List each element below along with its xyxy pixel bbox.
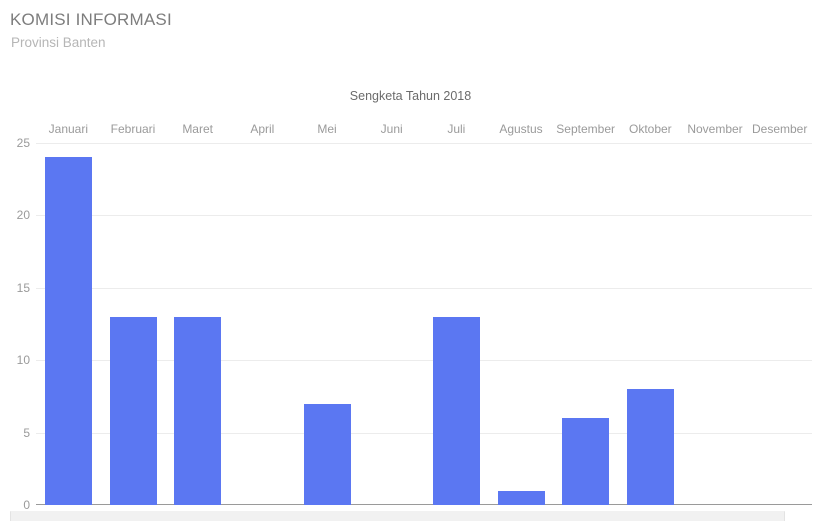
x-axis-tick-label: Juni	[380, 122, 403, 136]
page-title: KOMISI INFORMASI	[10, 10, 172, 29]
chart-container: Sengketa Tahun 2018 0 5 10 15 20 25 Januari Feb…	[0, 62, 821, 521]
x-axis-tick-label: Agustus	[499, 122, 543, 136]
y-axis-tick-label: 15	[16, 280, 30, 295]
x-axis-tick-label: September	[556, 122, 616, 136]
x-axis-tick-label: Februari	[110, 122, 156, 136]
bar-maret[interactable]	[174, 316, 222, 505]
bar-september[interactable]	[562, 418, 610, 505]
gridline	[36, 287, 812, 289]
y-axis-tick-label: 10	[16, 353, 30, 368]
x-axis-tick-label: Juli	[447, 122, 466, 136]
horizontal-scrollbar[interactable]	[10, 511, 785, 521]
y-axis-tick-label: 5	[23, 425, 30, 440]
bar-agustus[interactable]	[497, 490, 545, 505]
x-axis-tick-label: Oktober	[628, 122, 672, 136]
bar-juli[interactable]	[432, 316, 480, 505]
page-subtitle: Provinsi Banten	[11, 35, 106, 50]
x-axis-tick-label: Januari	[48, 122, 89, 136]
y-axis-tick-label: 25	[16, 136, 30, 150]
gridline	[36, 215, 812, 217]
y-axis-tick-label: 20	[16, 208, 30, 223]
bar-oktober[interactable]	[626, 389, 674, 505]
x-axis-tick-label: Mei	[317, 122, 337, 136]
bar-januari[interactable]	[44, 157, 92, 505]
x-axis-tick-label: April	[250, 122, 275, 136]
y-axis-tick-label: 0	[23, 498, 30, 512]
x-axis-tick-label: Maret	[182, 122, 213, 136]
x-axis-tick-label: November	[687, 122, 743, 136]
x-axis-tick-label: Desember	[751, 122, 808, 136]
chart-title: Sengketa Tahun 2018	[349, 89, 472, 103]
gridline	[36, 143, 812, 144]
chart-plot-area: 0 5 10 15 20 25 Januari Februari Maret April Mei Ju…	[17, 122, 812, 512]
bar-februari[interactable]	[109, 316, 157, 505]
bar-mei[interactable]	[303, 403, 351, 505]
app-header: KOMISI INFORMASI Provinsi Banten	[0, 0, 821, 62]
